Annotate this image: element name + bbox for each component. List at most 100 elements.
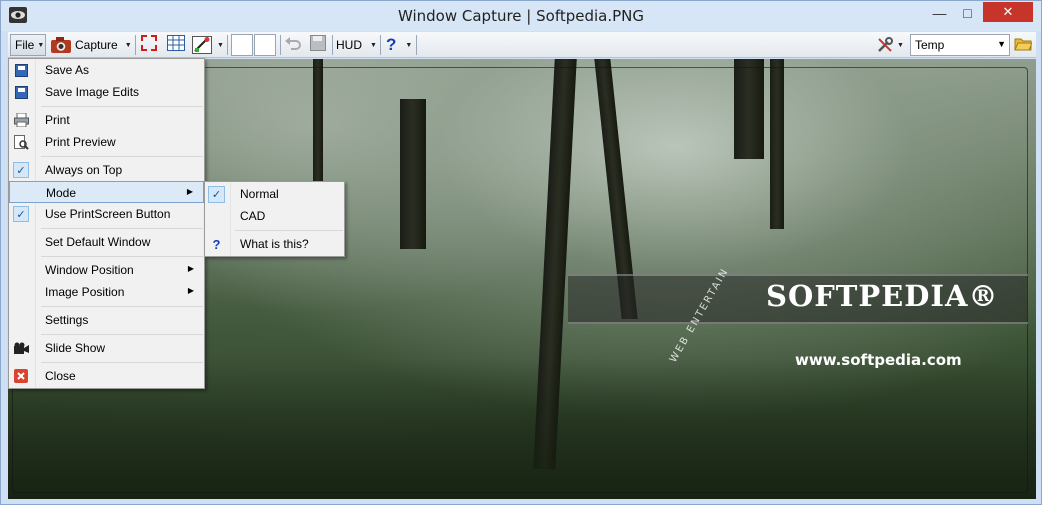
menu-item-label: Save As [45,63,90,77]
print-preview-icon [13,134,29,150]
menu-item-label: Use PrintScreen Button [45,207,171,221]
eyedropper-icon [192,36,212,54]
menu-item-label: Set Default Window [45,235,151,249]
chevron-down-icon: ▼ [37,41,45,49]
check-icon: ✓ [208,186,225,203]
close-icon: ✕ [1002,4,1014,19]
menu-separator [41,156,203,157]
menu-item-settings[interactable]: Settings [9,309,204,331]
grid-button[interactable] [166,34,186,52]
title-bar[interactable]: Window Capture | Softpedia.PNG — □ ✕ [1,1,1041,31]
help-icon: ? [212,237,221,252]
temp-folder-select[interactable]: Temp ▼ [910,34,1010,56]
menu-item-image-position[interactable]: Image Position ▶ [9,281,204,303]
chevron-down-icon: ▼ [217,41,224,49]
save-icon [13,84,29,100]
menu-item-always-on-top[interactable]: ✓ Always on Top [9,159,204,181]
file-menu-button[interactable]: File ▼ [10,34,46,56]
app-window: Window Capture | Softpedia.PNG — □ ✕ Fil… [0,0,1042,505]
menu-item-label: Image Position [45,285,125,299]
undo-button[interactable] [283,34,303,52]
menu-separator [41,228,203,229]
tools-icon [878,37,893,52]
toolbar-divider [280,35,281,55]
submenu-item-label: What is this? [240,237,309,251]
help-icon: ? [386,35,397,54]
menu-item-label: Always on Top [45,163,123,177]
chevron-down-icon: ▼ [405,41,413,49]
check-icon: ✓ [13,162,29,178]
menu-item-print[interactable]: Print [9,109,204,131]
hud-button[interactable]: HUD ▼ [336,34,377,56]
file-menu: Save As Save Image Edits Print Print Pre… [8,58,205,389]
undo-icon [285,37,301,50]
check-icon: ✓ [13,206,29,222]
capture-label: Capture [75,38,118,52]
menu-item-label: Close [45,369,76,383]
window-title: Window Capture | Softpedia.PNG [397,7,645,25]
capture-button[interactable]: Capture ▼ [50,34,132,56]
menu-separator [41,334,203,335]
close-icon [13,368,29,384]
grid-icon [167,35,185,51]
color-swatch-2[interactable] [254,34,276,56]
menu-item-label: Save Image Edits [45,85,140,99]
menu-item-set-default-window[interactable]: Set Default Window [9,231,204,253]
softpedia-logo: SOFTPEDIA® [766,279,999,313]
camera-icon [51,37,71,53]
menu-separator [41,306,203,307]
submenu-arrow-icon: ▶ [186,187,193,196]
menu-item-label: Mode [46,186,77,200]
chevron-down-icon: ▼ [997,39,1006,49]
color-swatch-1[interactable] [231,34,253,56]
menu-item-label: Settings [45,313,89,327]
color-picker-button[interactable]: ▼ [192,34,224,56]
toolbar-divider [416,35,417,55]
maximize-button[interactable]: □ [954,2,981,24]
close-window-button[interactable]: ✕ [983,2,1033,22]
folder-icon [1014,38,1032,50]
submenu-arrow-icon: ▶ [187,264,194,273]
softpedia-url: www.softpedia.com [795,351,962,369]
toolbar-divider [380,35,381,55]
menu-separator [41,362,203,363]
hud-label: HUD [336,38,362,52]
menu-item-label: Slide Show [45,341,106,355]
submenu-item-label: CAD [240,209,266,223]
toolbar: File ▼ Capture ▼ ▼ HUD ▼ ? ▼ ▼ Temp ▼ [8,32,1036,58]
menu-item-close[interactable]: Close [9,365,204,387]
toolbar-divider [227,35,228,55]
save-icon [310,35,326,51]
camera-icon [13,340,29,356]
region-select-icon [141,35,157,51]
open-folder-button[interactable] [1013,34,1033,52]
chevron-down-icon: ▼ [897,41,904,49]
save-toolbar-button[interactable] [308,34,328,52]
submenu-item-what-is-this[interactable]: ? What is this? [205,233,344,255]
chevron-down-icon: ▼ [370,41,377,49]
menu-item-label: Print Preview [45,135,116,149]
region-select-button[interactable] [139,34,159,52]
menu-separator [235,230,343,231]
temp-folder-value: Temp [915,38,945,52]
menu-item-slide-show[interactable]: Slide Show [9,337,204,359]
menu-item-label: Window Position [45,263,134,277]
minimize-icon: — [932,5,947,21]
submenu-arrow-icon: ▶ [187,286,194,295]
printer-icon [13,112,29,128]
menu-item-save-as[interactable]: Save As [9,59,204,81]
menu-item-print-preview[interactable]: Print Preview [9,131,204,153]
menu-item-label: Print [45,113,70,127]
help-button[interactable]: ? ▼ [386,34,412,56]
menu-item-window-position[interactable]: Window Position ▶ [9,259,204,281]
submenu-item-label: Normal [240,187,279,201]
submenu-item-normal[interactable]: ✓ Normal [205,183,344,205]
tools-button[interactable]: ▼ [876,34,904,56]
menu-item-save-image-edits[interactable]: Save Image Edits [9,81,204,103]
menu-item-use-printscreen[interactable]: ✓ Use PrintScreen Button [9,203,204,225]
minimize-button[interactable]: — [926,2,953,24]
menu-item-mode[interactable]: Mode ▶ [9,181,204,203]
chevron-down-icon: ▼ [124,41,132,49]
submenu-item-cad[interactable]: CAD [205,205,344,227]
file-menu-label: File [15,38,35,52]
